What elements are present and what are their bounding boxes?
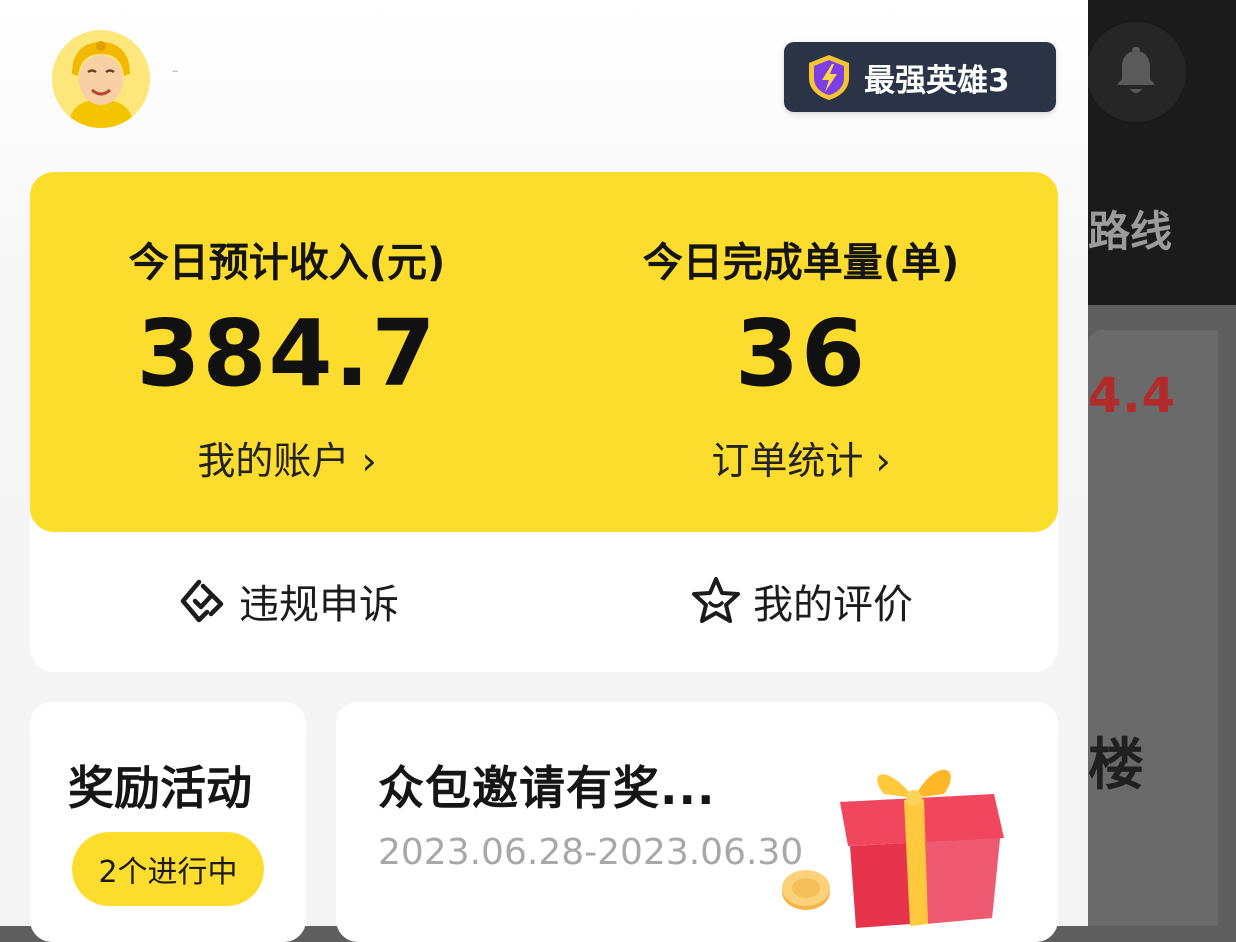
orders-value: 36 (734, 300, 868, 407)
orders-stat: 今日完成单量(单) 36 订单统计 › (544, 172, 1058, 532)
background-route-text: 路线 (1088, 207, 1173, 256)
lightning-shield-icon (804, 52, 854, 102)
background-floor-text: 楼 (1088, 733, 1144, 798)
reward-activities-card[interactable]: 奖励活动 2个进行中 (30, 702, 306, 942)
background-app: 路线 4.4 楼 (1086, 0, 1236, 926)
reward-title: 奖励活动 (68, 761, 252, 815)
order-stats-link[interactable]: 订单统计 › (544, 430, 1058, 485)
appeal-button[interactable]: 违规申诉 (30, 530, 544, 672)
avatar[interactable] (52, 30, 150, 128)
promo-date-range: 2023.06.28-2023.06.30 (378, 832, 804, 873)
appeal-label: 违规申诉 (239, 582, 399, 628)
diamond-check-icon (175, 574, 229, 628)
gift-box-icon (776, 742, 1016, 942)
bell-icon (1086, 22, 1186, 122)
star-face-icon (689, 574, 743, 628)
quick-actions: 违规申诉 我的评价 (30, 510, 1058, 672)
background-number: 4.4 (1088, 368, 1177, 424)
username: - (172, 60, 179, 81)
my-account-link[interactable]: 我的账户 › (30, 430, 544, 485)
income-stat: 今日预计收入(元) 384.7 我的账户 › (30, 172, 544, 532)
reward-status-badge: 2个进行中 (72, 832, 264, 906)
income-label: 今日预计收入(元) (128, 240, 446, 286)
promo-title: 众包邀请有奖... (378, 761, 716, 815)
my-rating-label: 我的评价 (753, 582, 913, 628)
badge-label: 最强英雄3 (864, 62, 1010, 99)
side-drawer: - 最强英雄3 今日预计收入(元) 384.7 我的账户 › 今日完成单量(单)… (0, 0, 1088, 942)
orders-label: 今日完成单量(单) (642, 240, 960, 286)
stats-card: 今日预计收入(元) 384.7 我的账户 › 今日完成单量(单) 36 订单统计… (30, 172, 1058, 532)
income-value: 384.7 (136, 300, 438, 407)
level-badge[interactable]: 最强英雄3 (784, 42, 1056, 112)
invite-promo-card[interactable]: 众包邀请有奖... 2023.06.28-2023.06.30 (336, 702, 1058, 942)
my-rating-button[interactable]: 我的评价 (544, 530, 1058, 672)
